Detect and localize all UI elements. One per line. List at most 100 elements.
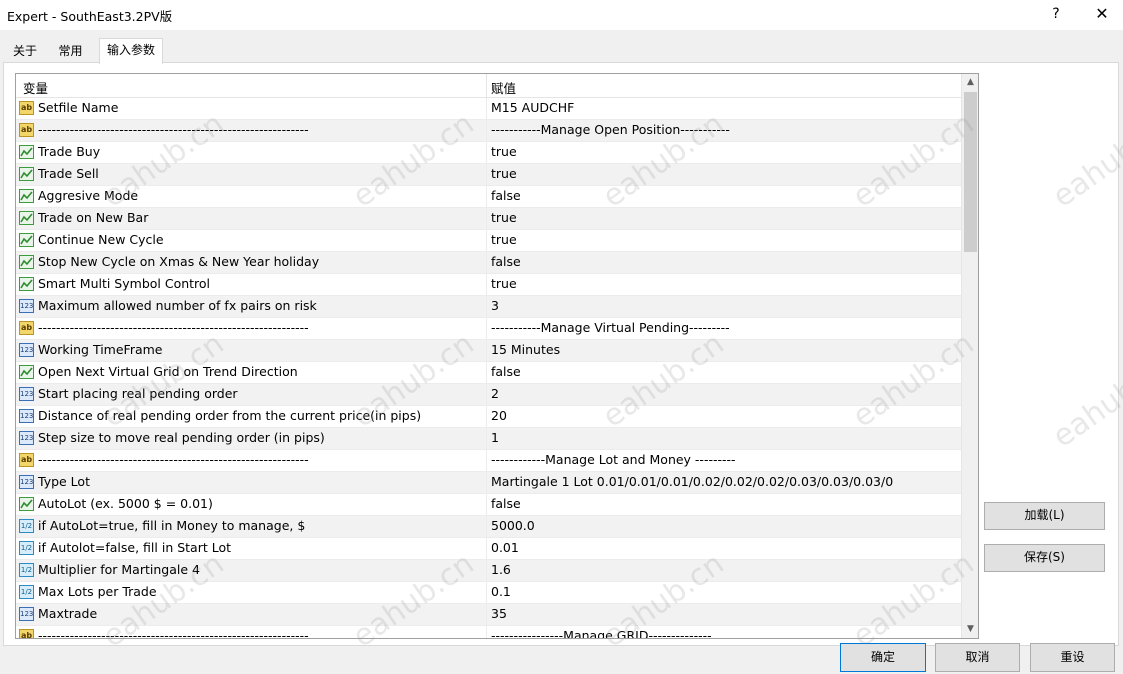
parameter-value[interactable]: true [491,232,517,247]
string-type-icon: ab [19,123,34,137]
watermark: eahub.cn [1046,106,1123,215]
parameter-name: Smart Multi Symbol Control [38,276,211,291]
parameter-name: Maxtrade [38,606,98,621]
parameter-row[interactable]: 123 Step size to move real pending order … [16,428,961,450]
column-divider [486,120,487,141]
parameter-name: Trade on New Bar [38,210,149,225]
integer-type-icon: 123 [19,409,34,423]
parameter-name: ----------------------------------------… [38,628,309,639]
parameter-name: AutoLot (ex. 5000 $ = 0.01) [38,496,213,511]
parameter-row[interactable]: ab --------------------------------------… [16,626,961,639]
column-divider [486,274,487,295]
boolean-type-icon [19,277,34,291]
column-divider [486,208,487,229]
parameter-row[interactable]: ab --------------------------------------… [16,120,961,142]
parameter-row[interactable]: 123 Maxtrade 35 [16,604,961,626]
parameter-row[interactable]: Trade Buy true [16,142,961,164]
column-divider [486,340,487,361]
close-button[interactable]: ✕ [1089,3,1115,25]
parameter-row[interactable]: ab --------------------------------------… [16,450,961,472]
parameter-value[interactable]: 5000.0 [491,518,535,533]
parameter-name: ----------------------------------------… [38,320,309,335]
parameter-row[interactable]: 1/2 if AutoLot=true, fill in Money to man… [16,516,961,538]
parameter-value[interactable]: Martingale 1 Lot 0.01/0.01/0.01/0.02/0.0… [491,474,893,489]
column-divider [486,516,487,537]
grid-header: 变量 赋值 [16,74,961,98]
help-button[interactable]: ? [1043,3,1069,25]
parameter-value[interactable]: 0.1 [491,584,511,599]
scroll-down-arrow-icon[interactable]: ▼ [962,621,978,638]
parameter-row[interactable]: Stop New Cycle on Xmas & New Year holida… [16,252,961,274]
parameter-value[interactable]: false [491,188,521,203]
parameter-value[interactable]: false [491,364,521,379]
parameter-value[interactable]: false [491,496,521,511]
parameter-value[interactable]: 15 Minutes [491,342,560,357]
header-divider [486,74,487,97]
parameter-row[interactable]: Trade Sell true [16,164,961,186]
boolean-type-icon [19,189,34,203]
parameter-value[interactable]: true [491,144,517,159]
parameter-value[interactable]: ------------Manage Lot and Money -------… [491,452,736,467]
boolean-type-icon [19,255,34,269]
parameter-row[interactable]: 1/2 Max Lots per Trade 0.1 [16,582,961,604]
string-type-icon: ab [19,321,34,335]
parameter-row[interactable]: Aggresive Mode false [16,186,961,208]
column-divider [486,494,487,515]
parameter-row[interactable]: 123 Distance of real pending order from t… [16,406,961,428]
parameter-value[interactable]: 35 [491,606,507,621]
parameter-row[interactable]: 123 Working TimeFrame 15 Minutes [16,340,961,362]
save-button[interactable]: 保存(S) [984,544,1105,572]
boolean-type-icon [19,145,34,159]
parameter-row[interactable]: 123 Maximum allowed number of fx pairs on… [16,296,961,318]
parameter-row[interactable]: Trade on New Bar true [16,208,961,230]
parameter-row[interactable]: 1/2 Multiplier for Martingale 4 1.6 [16,560,961,582]
parameter-value[interactable]: 1 [491,430,499,445]
parameter-row[interactable]: ab Setfile Name M15 AUDCHF [16,98,961,120]
scroll-thumb[interactable] [964,92,977,252]
integer-type-icon: 123 [19,607,34,621]
parameter-value[interactable]: true [491,276,517,291]
parameter-name: Aggresive Mode [38,188,139,203]
tab-about[interactable]: 关于 [6,41,44,62]
column-divider [486,98,487,119]
parameter-value[interactable]: -----------Manage Virtual Pending-------… [491,320,730,335]
parameter-name: Setfile Name [38,100,119,115]
parameter-name: Open Next Virtual Grid on Trend Directio… [38,364,298,379]
boolean-type-icon [19,497,34,511]
parameter-row[interactable]: 123 Type Lot Martingale 1 Lot 0.01/0.01/0.… [16,472,961,494]
column-divider [486,560,487,581]
header-value[interactable]: 赋值 [491,78,516,97]
load-button[interactable]: 加载(L) [984,502,1105,530]
parameter-value[interactable]: -----------Manage Open Position---------… [491,122,730,137]
window-title: Expert - SouthEast3.2PV版 [7,9,173,24]
parameter-name: Type Lot [38,474,90,489]
tab-inputs[interactable]: 输入参数 [99,38,163,64]
parameter-row[interactable]: 123 Start placing real pending order 2 [16,384,961,406]
parameter-value[interactable]: 20 [491,408,507,423]
string-type-icon: ab [19,101,34,115]
parameter-row[interactable]: Open Next Virtual Grid on Trend Directio… [16,362,961,384]
reset-button[interactable]: 重设 [1030,643,1115,672]
parameter-value[interactable]: false [491,254,521,269]
parameter-value[interactable]: ----------------Manage GRID-------------… [491,628,712,638]
header-variable[interactable]: 变量 [23,78,48,97]
parameter-value[interactable]: 1.6 [491,562,511,577]
parameter-row[interactable]: AutoLot (ex. 5000 $ = 0.01) false [16,494,961,516]
parameter-row[interactable]: ab --------------------------------------… [16,318,961,340]
parameter-value[interactable]: 3 [491,298,499,313]
vertical-scrollbar[interactable]: ▲ ▼ [961,74,978,638]
tab-common[interactable]: 常用 [49,41,92,62]
double-type-icon: 1/2 [19,585,34,599]
parameter-value[interactable]: 2 [491,386,499,401]
parameter-value[interactable]: true [491,210,517,225]
parameter-row[interactable]: Continue New Cycle true [16,230,961,252]
ok-button[interactable]: 确定 [840,643,926,672]
parameter-row[interactable]: Smart Multi Symbol Control true [16,274,961,296]
parameter-value[interactable]: 0.01 [491,540,519,555]
parameter-value[interactable]: true [491,166,517,181]
integer-type-icon: 123 [19,431,34,445]
scroll-up-arrow-icon[interactable]: ▲ [962,74,978,91]
parameter-row[interactable]: 1/2 if Autolot=false, fill in Start Lot 0.… [16,538,961,560]
cancel-button[interactable]: 取消 [935,643,1020,672]
parameter-value[interactable]: M15 AUDCHF [491,100,574,115]
